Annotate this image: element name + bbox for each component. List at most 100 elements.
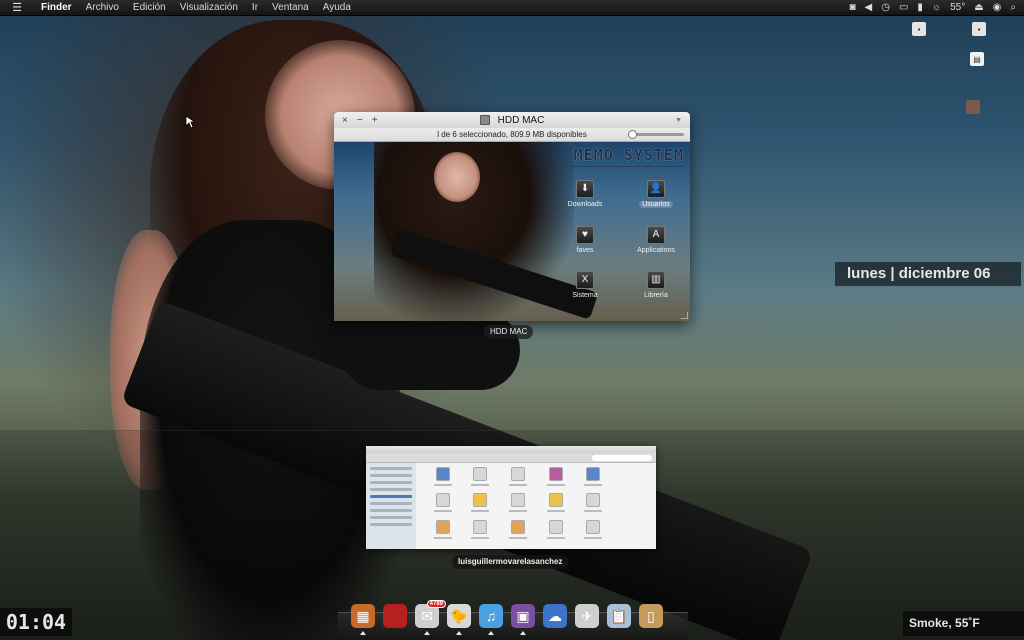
dock-item[interactable]: ▦ xyxy=(350,598,376,635)
battery-icon[interactable]: ▮ xyxy=(917,2,923,13)
item-applications[interactable]: A Applications xyxy=(626,226,686,254)
file-icon xyxy=(548,520,563,535)
file-icon xyxy=(586,493,601,508)
finder-dock-icon: ▦ xyxy=(351,604,375,628)
item-faves[interactable]: ♥ faves xyxy=(555,226,615,254)
file-icon xyxy=(473,466,488,481)
thumbnail-item xyxy=(612,463,650,490)
expose-window-label[interactable]: HDD MAC xyxy=(484,325,534,339)
sidebar-row xyxy=(370,467,412,470)
running-indicator-icon xyxy=(424,631,430,635)
file-icon xyxy=(435,520,450,535)
running-indicator-icon xyxy=(520,631,526,635)
user-menu-icon[interactable]: ◉ xyxy=(993,2,1002,13)
thumbnail-titlebar xyxy=(366,446,656,453)
finder-title-text: HDD MAC xyxy=(497,114,545,126)
file-icon xyxy=(511,493,526,508)
clipboard-dock-icon: 📋 xyxy=(607,604,631,628)
expose-window-thumbnail[interactable] xyxy=(366,446,656,549)
expose-thumbnail-label[interactable]: luisguillermovarelasanchez xyxy=(452,555,569,569)
dock-item[interactable]: ▯ xyxy=(638,598,664,628)
mouse-cursor-icon xyxy=(185,115,195,129)
toolbar-toggle-icon[interactable]: ▼ xyxy=(675,117,682,124)
document-icon: ▤ xyxy=(970,52,984,66)
sidebar-row xyxy=(370,474,412,477)
dock-item[interactable]: ✈ xyxy=(574,598,600,628)
item-usuarios[interactable]: 👤 Usuarios xyxy=(626,180,686,208)
finder-titlebar[interactable]: × − + HDD MAC ▼ xyxy=(334,112,690,128)
item-label: Usuarios xyxy=(639,201,673,208)
file-icon xyxy=(511,520,526,535)
display-icon[interactable]: ▭ xyxy=(899,2,908,13)
thumbnail-item xyxy=(499,516,537,543)
system-folder-icon: X xyxy=(576,271,594,289)
sidebar-row xyxy=(370,509,412,512)
dock-item[interactable] xyxy=(382,598,408,628)
sidebar-row-selected xyxy=(370,495,412,498)
item-libreria[interactable]: ▥ Librería xyxy=(626,271,686,299)
dock-item[interactable]: ✉ 4789 xyxy=(414,598,446,635)
memo-system-logo: MEMO SYSTEM xyxy=(573,146,684,164)
menu-visualizacion[interactable]: Visualización xyxy=(173,0,245,16)
dock-item[interactable]: 📋 xyxy=(606,598,632,628)
thumbnail-item xyxy=(424,490,462,517)
file-icon xyxy=(548,493,563,508)
menu-ir[interactable]: Ir xyxy=(245,0,265,16)
thumbnail-item xyxy=(537,516,575,543)
menu-archivo[interactable]: Archivo xyxy=(79,0,126,16)
finder-window[interactable]: × − + HDD MAC ▼ l de 6 seleccionado, 809… xyxy=(334,112,690,321)
menu-extras: ◙ ◀ ◷ ▭ ▮ ☼ 55° ⏏ ◉ ⌕ xyxy=(849,2,1024,13)
spotlight-icon[interactable]: ⌕ xyxy=(1010,2,1016,13)
item-sistema[interactable]: X Sistema xyxy=(555,271,615,299)
icon-size-slider-knob[interactable] xyxy=(628,130,637,139)
item-downloads[interactable]: ⬇ Downloads xyxy=(555,180,615,208)
gamepad-icon[interactable]: ◙ xyxy=(849,2,855,13)
desktop-drive-icon-2[interactable]: ▪ xyxy=(972,22,1024,36)
hard-drive-icon: ▪ xyxy=(972,22,986,36)
adium-dock-icon: 🐤 xyxy=(447,604,471,628)
clock-widget: 01:04 xyxy=(0,608,72,636)
trash-dock-icon: ▯ xyxy=(639,604,663,628)
apple-menu-icon[interactable]: ☰ xyxy=(0,1,34,14)
dock-items: ▦ ✉ 4789 🐤 ♫ ▣ ☁ ✈ 📋 ▯ xyxy=(350,598,664,635)
file-icon xyxy=(548,466,563,481)
sidebar-row xyxy=(370,502,412,505)
desktop-drive-icon[interactable]: ▪ xyxy=(912,22,972,36)
running-indicator-icon xyxy=(360,631,366,635)
thumbnail-item xyxy=(612,490,650,517)
dock-item[interactable]: ▣ xyxy=(510,598,536,635)
faves-folder-icon: ♥ xyxy=(576,226,594,244)
dock-item[interactable]: 🐤 xyxy=(446,598,472,635)
file-icon xyxy=(435,493,450,508)
clock-menu-icon[interactable]: ◷ xyxy=(881,2,890,13)
finder-content[interactable]: MEMO SYSTEM ⬇ Downloads 👤 Usuarios ♥ fav… xyxy=(334,142,690,321)
dock-item[interactable]: ♫ xyxy=(478,598,504,635)
thumbnail-item xyxy=(424,463,462,490)
menu-finder[interactable]: Finder xyxy=(34,0,79,16)
eject-icon[interactable]: ⏏ xyxy=(974,2,983,13)
desktop-photo-icon[interactable] xyxy=(966,100,1024,114)
item-label: faves xyxy=(576,247,594,254)
thumbnail-item xyxy=(612,516,650,543)
menu-ventana[interactable]: Ventana xyxy=(265,0,316,16)
desktop-document-icon[interactable]: ▤ xyxy=(970,52,1024,66)
item-label: Sistema xyxy=(572,292,598,299)
file-icon xyxy=(473,520,488,535)
thumbnail-search-field xyxy=(592,455,652,461)
thumbnail-item xyxy=(462,490,500,517)
thumbnail-item xyxy=(462,516,500,543)
menu-ayuda[interactable]: Ayuda xyxy=(316,0,358,16)
resize-handle[interactable] xyxy=(681,312,688,319)
item-label: Downloads xyxy=(567,201,603,208)
dock-item[interactable]: ☁ xyxy=(542,598,568,628)
finder-title: HDD MAC xyxy=(334,115,690,126)
menu-edicion[interactable]: Edición xyxy=(126,0,173,16)
volume-icon[interactable]: ◀ xyxy=(865,2,873,13)
mail-badge: 4789 xyxy=(426,600,446,608)
icon-size-slider[interactable] xyxy=(628,130,684,139)
file-icon xyxy=(473,493,488,508)
file-icon xyxy=(586,466,601,481)
menu-temperature[interactable]: 55° xyxy=(950,2,965,13)
thumbnail-toolbar xyxy=(366,453,656,463)
weather-menu-icon[interactable]: ☼ xyxy=(932,2,941,13)
